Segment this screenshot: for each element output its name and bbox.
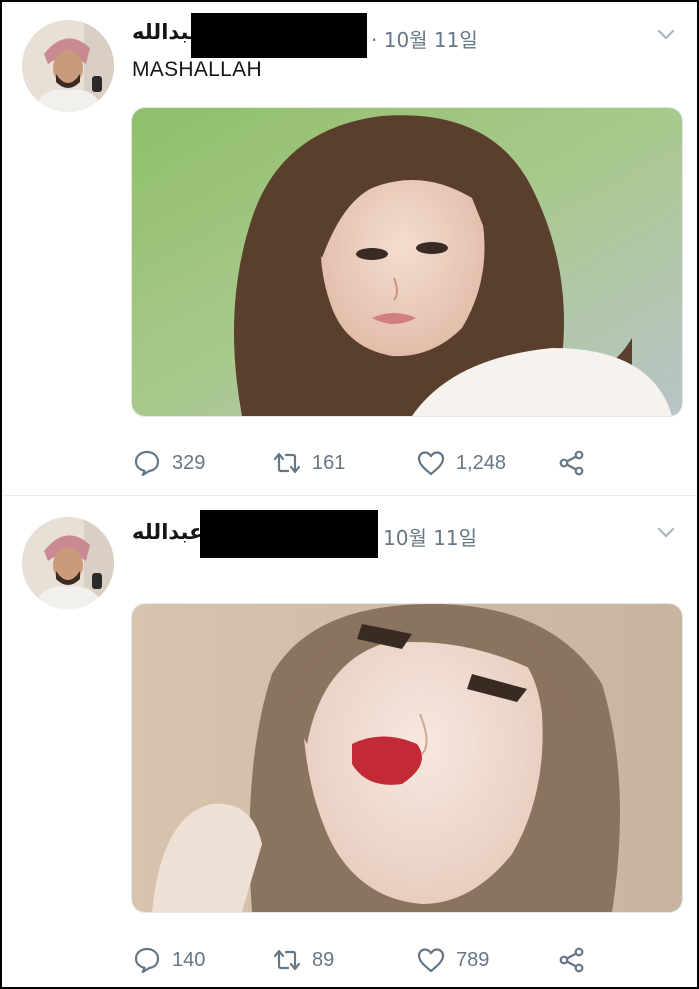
screenshot-frame: عبدالله · 10월 11일 MASHALLAH 329 161 1,24… — [0, 0, 699, 989]
retweet-button[interactable]: 89 — [272, 945, 334, 975]
tweet-actions: 329 161 1,248 — [132, 448, 592, 478]
tweet-photo[interactable] — [131, 603, 683, 913]
tweet-date[interactable]: 10월 11일 — [383, 522, 477, 551]
speech-bubble-icon — [134, 450, 160, 477]
redaction-box — [191, 13, 367, 58]
tweet[interactable]: عبدالله · 10월 11일 MASHALLAH 329 161 1,24… — [2, 2, 697, 496]
retweet-count: 89 — [312, 948, 335, 971]
reply-count: 140 — [172, 948, 206, 971]
retweet-count: 161 — [312, 451, 346, 474]
tweet[interactable]: عبدالله 10월 11일 140 89 789 — [2, 496, 697, 987]
avatar[interactable] — [22, 20, 114, 112]
portrait-photo — [132, 604, 682, 912]
share-nodes-icon — [559, 947, 584, 973]
avatar[interactable] — [22, 517, 114, 609]
tweet-text: MASHALLAH — [132, 58, 262, 81]
retweet-arrows-icon — [273, 452, 301, 474]
like-count: 789 — [456, 948, 490, 971]
reply-button[interactable]: 140 — [132, 945, 205, 975]
share-nodes-icon — [559, 450, 584, 476]
reply-count: 329 — [172, 451, 206, 474]
chevron-down-icon[interactable] — [657, 526, 675, 538]
avatar-image — [22, 20, 114, 112]
author-name[interactable]: عبدالله — [132, 520, 203, 544]
tweet-photo[interactable] — [131, 107, 683, 417]
heart-icon — [417, 451, 445, 476]
share-button[interactable] — [557, 945, 587, 975]
retweet-arrows-icon — [273, 949, 301, 971]
redaction-box — [200, 510, 378, 558]
chevron-down-icon[interactable] — [657, 28, 675, 40]
reply-button[interactable]: 329 — [132, 448, 205, 478]
tweet-actions: 140 89 789 — [132, 945, 592, 975]
like-count: 1,248 — [456, 451, 507, 474]
like-button[interactable]: 1,248 — [416, 448, 506, 478]
tweet-date[interactable]: · 10월 11일 — [371, 24, 478, 53]
share-button[interactable] — [557, 448, 587, 478]
heart-icon — [417, 948, 445, 973]
portrait-photo — [132, 108, 682, 416]
speech-bubble-icon — [134, 947, 160, 974]
retweet-button[interactable]: 161 — [272, 448, 345, 478]
like-button[interactable]: 789 — [416, 945, 489, 975]
avatar-image — [22, 517, 114, 609]
